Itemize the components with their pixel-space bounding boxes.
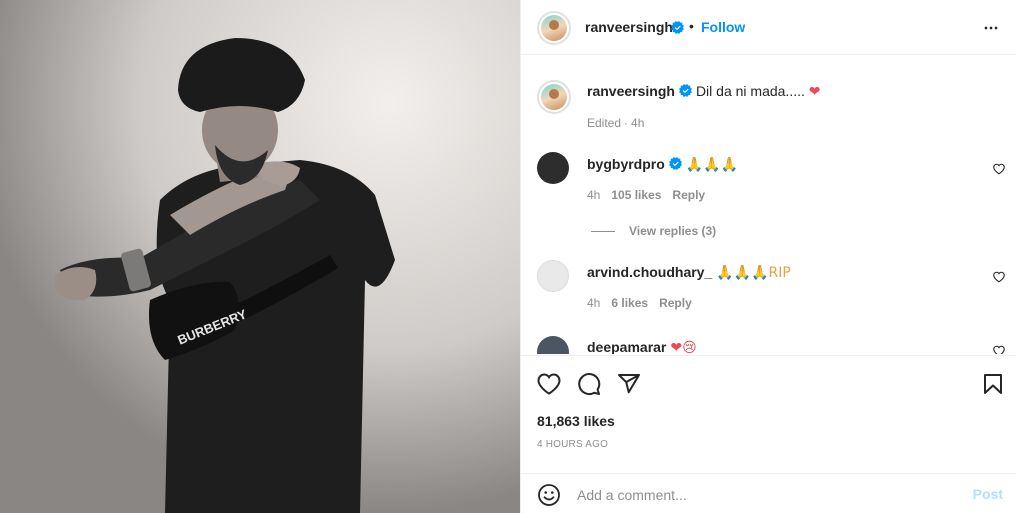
author-username[interactable]: ranveersingh xyxy=(585,19,673,35)
caption-heart-emoji: ❤ xyxy=(808,84,821,100)
commenter-username[interactable]: bygbyrdpro xyxy=(587,156,665,172)
post-photo-illustration: BURBERRY xyxy=(0,0,520,513)
comment-text: deepamarar ❤😢 xyxy=(587,339,697,354)
commenter-username[interactable]: deepamarar xyxy=(587,339,666,354)
verified-icon xyxy=(668,157,682,170)
add-comment-bar: Post xyxy=(521,473,1016,513)
caption-avatar[interactable] xyxy=(537,80,571,114)
comment-icon[interactable] xyxy=(577,372,601,396)
comment-input[interactable] xyxy=(577,484,947,506)
commenter-avatar[interactable] xyxy=(537,336,569,354)
comment-text: arvind.choudhary_ 🙏🙏🙏RIP xyxy=(587,264,791,281)
save-icon[interactable] xyxy=(981,372,1005,396)
reply-button[interactable]: Reply xyxy=(672,188,705,202)
comment-row: deepamarar ❤😢 xyxy=(521,336,1016,354)
comment-heart-icon[interactable] xyxy=(993,345,1005,354)
comment-time[interactable]: 4h xyxy=(587,296,600,310)
share-icon[interactable] xyxy=(617,372,641,396)
caption-time[interactable]: 4h xyxy=(631,116,644,130)
heart-icon[interactable] xyxy=(537,372,561,396)
comment-body: ❤😢 xyxy=(670,340,697,354)
post-timestamp[interactable]: 4 HOURS AGO xyxy=(537,439,608,450)
reply-button[interactable]: Reply xyxy=(659,296,692,310)
more-icon[interactable] xyxy=(981,18,1001,38)
commenter-username[interactable]: arvind.choudhary_ xyxy=(587,264,712,280)
verified-icon xyxy=(671,21,684,34)
post-header: ranveersingh • Follow xyxy=(521,0,1016,55)
caption-body: Dil da ni mada..... xyxy=(695,83,805,99)
comment-row: arvind.choudhary_ 🙏🙏🙏RIP 4h 6 likes Reply xyxy=(521,260,1016,320)
commenter-avatar[interactable] xyxy=(537,260,569,292)
header-separator: • xyxy=(689,18,694,34)
follow-button[interactable]: Follow xyxy=(701,19,745,35)
comment-heart-icon[interactable] xyxy=(993,163,1005,175)
comment-text: bygbyrdpro 🙏🙏🙏 xyxy=(587,156,738,173)
comments-list[interactable]: ranveersingh Dil da ni mada..... ❤ Edited… xyxy=(521,56,1016,354)
comment-likes[interactable]: 105 likes xyxy=(611,188,661,202)
emoji-icon[interactable] xyxy=(537,483,561,507)
caption-username[interactable]: ranveersingh xyxy=(587,83,675,99)
comment-meta: 4h 105 likes Reply xyxy=(587,188,716,202)
commenter-avatar[interactable] xyxy=(537,152,569,184)
comment-body: 🙏🙏🙏 xyxy=(685,157,739,173)
post-image[interactable]: BURBERRY xyxy=(0,0,520,513)
post-actions: 81,863 likes 4 HOURS AGO Post xyxy=(521,355,1016,513)
edited-label: Edited xyxy=(587,116,622,130)
view-replies-label[interactable]: View replies (3) xyxy=(629,224,716,238)
comment-body: 🙏🙏🙏RIP xyxy=(716,265,791,281)
post-detail-panel: ranveersingh • Follow ranveersingh Dil da… xyxy=(520,0,1016,513)
replies-divider xyxy=(591,231,615,233)
comment-likes[interactable]: 6 likes xyxy=(611,296,648,310)
post-button[interactable]: Post xyxy=(973,486,1003,502)
caption-row: ranveersingh Dil da ni mada..... ❤ Edited… xyxy=(521,80,1016,136)
caption-text: ranveersingh Dil da ni mada..... ❤ xyxy=(587,83,821,100)
comment-meta: 4h 6 likes Reply xyxy=(587,296,703,310)
comment-row: bygbyrdpro 🙏🙏🙏 4h 105 likes Reply xyxy=(521,152,1016,212)
verified-icon xyxy=(678,84,692,97)
view-replies-button[interactable]: View replies (3) xyxy=(591,224,716,238)
caption-meta: Edited · 4h xyxy=(587,116,645,130)
comment-heart-icon[interactable] xyxy=(993,271,1005,283)
likes-count[interactable]: 81,863 likes xyxy=(537,413,615,429)
comment-time[interactable]: 4h xyxy=(587,188,600,202)
author-avatar[interactable] xyxy=(537,11,571,45)
